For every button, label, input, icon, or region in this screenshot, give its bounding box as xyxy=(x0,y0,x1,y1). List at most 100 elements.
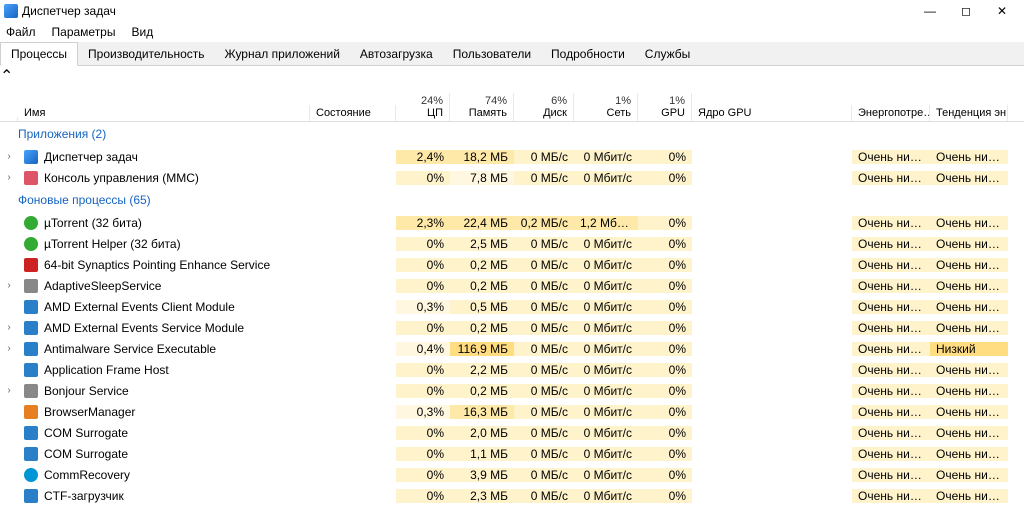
power-cell: Очень низкое xyxy=(852,405,930,419)
gpu-cell: 0% xyxy=(638,447,692,461)
expand-icon[interactable]: › xyxy=(0,322,18,333)
process-row[interactable]: 64-bit Synaptics Pointing Enhance Servic… xyxy=(0,254,1024,275)
process-row[interactable]: AMD External Events Client Module0,3%0,5… xyxy=(0,296,1024,317)
cpu-cell: 0% xyxy=(396,489,450,503)
net-cell: 0 Мбит/с xyxy=(574,489,638,503)
col-gpu[interactable]: 1%GPU xyxy=(638,93,692,121)
col-power[interactable]: Энергопотре… xyxy=(852,105,930,121)
group-background[interactable]: Фоновые процессы (65) xyxy=(0,188,1024,212)
process-row[interactable]: µTorrent Helper (32 бита)0%2,5 МБ0 МБ/с0… xyxy=(0,233,1024,254)
tab-app-history[interactable]: Журнал приложений xyxy=(215,43,350,65)
gpu-cell: 0% xyxy=(638,405,692,419)
group-apps[interactable]: Приложения (2) xyxy=(0,122,1024,146)
expand-icon[interactable]: › xyxy=(0,151,18,162)
process-row[interactable]: Application Frame Host0%2,2 МБ0 МБ/с0 Мб… xyxy=(0,359,1024,380)
cpu-cell: 0% xyxy=(396,363,450,377)
process-row[interactable]: BrowserManager0,3%16,3 МБ0 МБ/с0 Мбит/с0… xyxy=(0,401,1024,422)
gpu-cell: 0% xyxy=(638,279,692,293)
net-cell: 0 Мбит/с xyxy=(574,258,638,272)
expand-icon[interactable]: › xyxy=(0,172,18,183)
col-cpu[interactable]: 24%ЦП xyxy=(396,93,450,121)
col-power-trend[interactable]: Тенденция эн… xyxy=(930,105,1008,121)
process-name-cell: AdaptiveSleepService xyxy=(18,279,310,293)
trend-cell: Очень низкое xyxy=(930,363,1008,377)
process-row[interactable]: ›AdaptiveSleepService0%0,2 МБ0 МБ/с0 Мби… xyxy=(0,275,1024,296)
tab-details[interactable]: Подробности xyxy=(541,43,635,65)
cpu-cell: 0% xyxy=(396,279,450,293)
process-row[interactable]: CTF-загрузчик0%2,3 МБ0 МБ/с0 Мбит/с0%Оче… xyxy=(0,485,1024,506)
net-cell: 0 Мбит/с xyxy=(574,405,638,419)
window-titlebar: Диспетчер задач — ◻ ✕ xyxy=(0,0,1024,22)
tab-processes[interactable]: Процессы xyxy=(0,42,78,66)
disk-cell: 0 МБ/с xyxy=(514,363,574,377)
disk-cell: 0 МБ/с xyxy=(514,405,574,419)
process-name-cell: COM Surrogate xyxy=(18,426,310,440)
process-name-cell: µTorrent Helper (32 бита) xyxy=(18,237,310,251)
tab-services[interactable]: Службы xyxy=(635,43,700,65)
gpu-cell: 0% xyxy=(638,171,692,185)
minimize-button[interactable]: — xyxy=(912,4,948,18)
trend-cell: Очень низкое xyxy=(930,216,1008,230)
app-icon xyxy=(4,4,18,18)
power-cell: Очень низкое xyxy=(852,321,930,335)
tab-users[interactable]: Пользователи xyxy=(443,43,541,65)
process-row[interactable]: ›Bonjour Service0%0,2 МБ0 МБ/с0 Мбит/с0%… xyxy=(0,380,1024,401)
gpu-cell: 0% xyxy=(638,426,692,440)
trend-cell: Очень низкое xyxy=(930,237,1008,251)
power-cell: Очень низкое xyxy=(852,426,930,440)
trend-cell: Очень низкое xyxy=(930,171,1008,185)
tab-startup[interactable]: Автозагрузка xyxy=(350,43,443,65)
expand-icon[interactable]: › xyxy=(0,343,18,354)
process-icon xyxy=(24,384,38,398)
process-name-cell: CommRecovery xyxy=(18,468,310,482)
process-name-cell: BrowserManager xyxy=(18,405,310,419)
net-cell: 0 Мбит/с xyxy=(574,300,638,314)
cpu-cell: 0% xyxy=(396,237,450,251)
process-row[interactable]: CommRecovery0%3,9 МБ0 МБ/с0 Мбит/с0%Очен… xyxy=(0,464,1024,485)
col-network[interactable]: 1%Сеть xyxy=(574,93,638,121)
process-row[interactable]: ›AMD External Events Service Module0%0,2… xyxy=(0,317,1024,338)
disk-cell: 0 МБ/с xyxy=(514,468,574,482)
power-cell: Очень низкое xyxy=(852,447,930,461)
col-name[interactable]: Имя xyxy=(18,105,310,121)
trend-cell: Очень низкое xyxy=(930,405,1008,419)
gpu-cell: 0% xyxy=(638,342,692,356)
expand-icon[interactable]: › xyxy=(0,385,18,396)
menu-file[interactable]: Файл xyxy=(6,25,36,39)
cpu-cell: 0% xyxy=(396,258,450,272)
power-cell: Очень низкое xyxy=(852,384,930,398)
process-row[interactable]: ›Antimalware Service Executable0,4%116,9… xyxy=(0,338,1024,359)
process-name-cell: Antimalware Service Executable xyxy=(18,342,310,356)
menu-view[interactable]: Вид xyxy=(131,25,153,39)
process-row[interactable]: COM Surrogate0%2,0 МБ0 МБ/с0 Мбит/с0%Оче… xyxy=(0,422,1024,443)
process-row[interactable]: ›Консоль управления (MMC)0%7,8 МБ0 МБ/с0… xyxy=(0,167,1024,188)
disk-cell: 0 МБ/с xyxy=(514,384,574,398)
power-cell: Очень низкое xyxy=(852,171,930,185)
col-disk[interactable]: 6%Диск xyxy=(514,93,574,121)
gpu-cell: 0% xyxy=(638,216,692,230)
col-memory[interactable]: 74%Память xyxy=(450,93,514,121)
process-row[interactable]: µTorrent (32 бита)2,3%22,4 МБ0,2 МБ/с1,2… xyxy=(0,212,1024,233)
process-icon xyxy=(24,426,38,440)
close-button[interactable]: ✕ xyxy=(984,4,1020,18)
window-title: Диспетчер задач xyxy=(22,4,912,18)
net-cell: 0 Мбит/с xyxy=(574,150,638,164)
col-status[interactable]: Состояние xyxy=(310,105,396,121)
cpu-cell: 2,4% xyxy=(396,150,450,164)
tab-performance[interactable]: Производительность xyxy=(78,43,214,65)
mem-cell: 2,5 МБ xyxy=(450,237,514,251)
process-icon xyxy=(24,321,38,335)
expand-icon[interactable]: › xyxy=(0,280,18,291)
process-icon xyxy=(24,300,38,314)
process-icon xyxy=(24,150,38,164)
process-row[interactable]: Device Association Framework Provider Ho… xyxy=(0,506,1024,510)
menu-options[interactable]: Параметры xyxy=(52,25,116,39)
process-row[interactable]: ›Диспетчер задач2,4%18,2 МБ0 МБ/с0 Мбит/… xyxy=(0,146,1024,167)
cpu-cell: 0% xyxy=(396,384,450,398)
mem-cell: 0,2 МБ xyxy=(450,279,514,293)
tab-bar: Процессы Производительность Журнал прило… xyxy=(0,42,1024,66)
trend-cell: Очень низкое xyxy=(930,489,1008,503)
col-gpu-engine[interactable]: Ядро GPU xyxy=(692,105,852,121)
maximize-button[interactable]: ◻ xyxy=(948,4,984,18)
process-row[interactable]: COM Surrogate0%1,1 МБ0 МБ/с0 Мбит/с0%Оче… xyxy=(0,443,1024,464)
